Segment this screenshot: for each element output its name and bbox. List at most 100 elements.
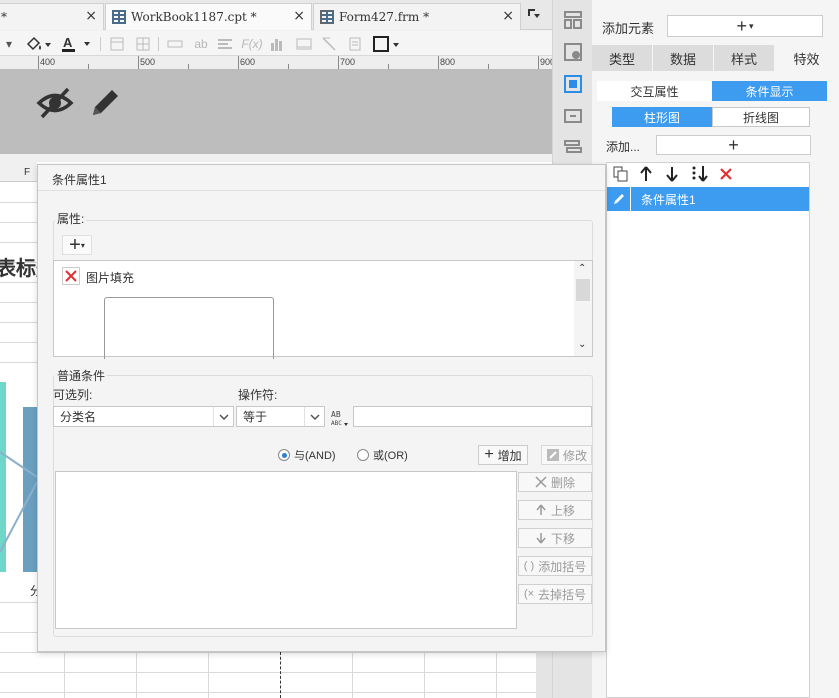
- grid-icon[interactable]: [134, 35, 152, 52]
- document-tabbar: * × WorkBook1187.cpt * × Form427.frm * ×: [0, 0, 552, 30]
- close-icon[interactable]: ×: [85, 8, 97, 24]
- formula-icon[interactable]: F(x): [241, 35, 262, 52]
- chart-type-line[interactable]: 折线图: [712, 107, 810, 127]
- chevron-down-icon[interactable]: [213, 407, 233, 426]
- panel-icon[interactable]: [563, 106, 583, 126]
- add-condition-label: 添加...: [606, 140, 641, 154]
- arrow-up-icon: [536, 504, 546, 515]
- list-item[interactable]: 条件属性1: [607, 187, 809, 211]
- chart-line-fragment: [0, 451, 37, 553]
- tab-effects[interactable]: 特效: [775, 45, 839, 71]
- plus-icon: +: [484, 446, 494, 463]
- add-attribute-label: +: [69, 233, 81, 256]
- delete-icon: [535, 476, 547, 488]
- move-up-button[interactable]: 上移: [518, 500, 592, 520]
- value-type-icon[interactable]: AB ABC: [329, 407, 349, 427]
- condition-value-input[interactable]: [353, 406, 592, 427]
- modify-condition-button[interactable]: 修改: [541, 445, 592, 465]
- add-element-label: 添加元素: [602, 21, 655, 36]
- image-icon[interactable]: [294, 35, 314, 52]
- column-label: 可选列:: [53, 388, 93, 402]
- operator-select-value: 等于: [243, 410, 268, 424]
- column-select[interactable]: 分类名: [53, 406, 234, 427]
- subtab-label: 交互属性: [630, 84, 679, 99]
- tab-type[interactable]: 类型: [592, 45, 653, 71]
- cell-border-icon[interactable]: [372, 35, 402, 52]
- tab-label: 样式: [730, 51, 757, 67]
- arrow-down-icon: [536, 533, 546, 544]
- or-radio-label: 或(OR): [373, 450, 408, 462]
- or-radio[interactable]: 或(OR): [357, 447, 408, 463]
- tab-previous[interactable]: * ×: [0, 3, 104, 30]
- layout-icon[interactable]: [563, 10, 583, 30]
- image-fill-preview[interactable]: [104, 297, 274, 359]
- and-radio[interactable]: 与(AND): [278, 447, 336, 463]
- move-bottom-icon[interactable]: [691, 165, 709, 183]
- merge-icon[interactable]: [166, 35, 184, 52]
- add-button-label: +: [728, 134, 739, 155]
- tab-style[interactable]: 样式: [714, 45, 775, 71]
- subtab-conditional-display[interactable]: 条件显示: [712, 81, 827, 101]
- chevron-down-icon[interactable]: [304, 407, 324, 426]
- align-icon[interactable]: [216, 35, 234, 52]
- delete-icon[interactable]: [719, 167, 733, 181]
- tab-data[interactable]: 数据: [653, 45, 714, 71]
- remove-bracket-button[interactable]: (× 去掉括号: [518, 584, 592, 604]
- edit-icon[interactable]: [607, 187, 631, 211]
- widget-properties-icon[interactable]: [563, 74, 583, 94]
- close-icon[interactable]: ×: [502, 8, 514, 24]
- tab-form[interactable]: Form427.frm * ×: [313, 3, 521, 30]
- operator-select[interactable]: 等于: [236, 406, 325, 427]
- copy-icon[interactable]: [613, 166, 629, 182]
- dropdown-arrow-icon[interactable]: ▾: [2, 35, 16, 52]
- add-attribute-button[interactable]: + ▾: [62, 233, 92, 256]
- move-up-icon[interactable]: [639, 166, 653, 182]
- spreadsheet-icon: [112, 10, 126, 24]
- eye-hidden-icon[interactable]: [36, 86, 74, 120]
- info-settings-icon[interactable]: [563, 42, 583, 62]
- sub-report-icon[interactable]: [346, 35, 364, 52]
- svg-text:A: A: [63, 35, 73, 50]
- text-ab-icon[interactable]: ab: [192, 35, 210, 52]
- remove-attribute-icon[interactable]: [62, 267, 80, 285]
- tab-workbook[interactable]: WorkBook1187.cpt * ×: [105, 3, 312, 30]
- subtab-interaction[interactable]: 交互属性: [597, 81, 712, 101]
- add-condition-button[interactable]: +: [656, 135, 811, 155]
- chart-type-label: 柱形图: [643, 110, 680, 125]
- list-icon[interactable]: [563, 138, 583, 158]
- condition-legend: 普通条件: [55, 367, 108, 384]
- move-down-icon[interactable]: [665, 166, 679, 182]
- chevron-down-icon[interactable]: ⌄: [578, 339, 586, 350]
- edit-pencil-icon[interactable]: [88, 86, 122, 120]
- remove-bracket-label: 去掉括号: [538, 587, 587, 602]
- add-bracket-label: 添加括号: [538, 559, 587, 574]
- modify-icon: [546, 449, 559, 461]
- ruler-mark: 500: [140, 57, 156, 67]
- chevron-up-icon[interactable]: ⌃: [578, 263, 586, 274]
- add-condition-button[interactable]: + 增加: [478, 445, 528, 465]
- delete-condition-button[interactable]: 删除: [518, 472, 592, 492]
- close-icon[interactable]: ×: [293, 8, 305, 24]
- font-color-icon[interactable]: A: [60, 35, 94, 52]
- ruler-mark: 800: [440, 57, 456, 67]
- format-toolbar: ▾ A ab F(x): [0, 31, 552, 56]
- add-bracket-button[interactable]: ( ) 添加括号: [518, 556, 592, 576]
- scrollbar[interactable]: ⌃ ⌄: [574, 261, 592, 356]
- tab-label: *: [1, 10, 7, 24]
- add-element-dropdown[interactable]: + ▾: [667, 15, 823, 37]
- fill-color-icon[interactable]: [24, 35, 52, 52]
- add-element-value: +: [736, 15, 747, 36]
- border-icon[interactable]: [108, 35, 126, 52]
- remove-bracket-icon: (×: [523, 588, 535, 600]
- condition-properties-dialog: 条件属性1 属性: + ▾ 图片填充 ⌃ ⌄ 普通条件 可选列: 操作符: 分类名…: [37, 164, 606, 652]
- slash-icon[interactable]: [320, 35, 338, 52]
- scrollbar-thumb[interactable]: [576, 279, 590, 301]
- column-select-value: 分类名: [60, 410, 97, 424]
- tab-list-menu-icon[interactable]: [528, 9, 540, 19]
- tab-label: Form427.frm *: [339, 10, 430, 24]
- chart-icon[interactable]: [268, 35, 286, 52]
- move-down-button[interactable]: 下移: [518, 528, 592, 548]
- chart-type-bar[interactable]: 柱形图: [612, 107, 712, 127]
- tab-label: 数据: [669, 51, 696, 67]
- condition-expression-list[interactable]: [55, 471, 517, 629]
